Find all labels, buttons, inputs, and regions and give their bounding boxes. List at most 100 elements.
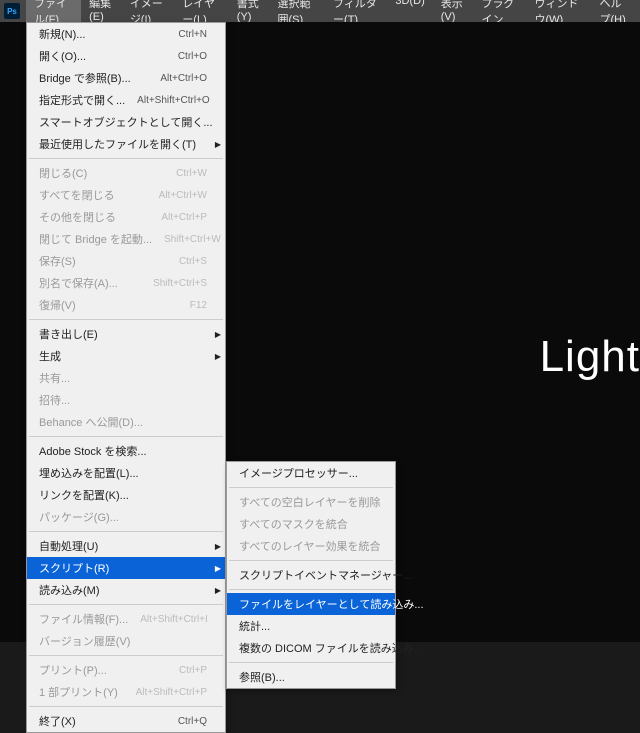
menu-entry-label: 統計... xyxy=(239,618,270,634)
menu-entry-label: 埋め込みを配置(L)... xyxy=(39,465,139,481)
menu-entry-label: 閉じる(C) xyxy=(39,165,87,181)
menu-entry-label: 自動処理(U) xyxy=(39,538,98,554)
menu-entry: 復帰(V) F12 xyxy=(27,294,225,316)
menu-shortcut: Shift+Ctrl+W xyxy=(164,234,221,245)
menu-separator xyxy=(29,655,223,656)
menu-entry-label: Adobe Stock を検索... xyxy=(39,443,147,459)
file-menu-dropdown: 新規(N)... Ctrl+N 開く(O)... Ctrl+O Bridge で参照(B… xyxy=(26,22,226,733)
menu-entry[interactable]: 終了(X) Ctrl+Q xyxy=(27,710,225,732)
menu-entry[interactable]: 埋め込みを配置(L)... xyxy=(27,462,225,484)
menu-separator xyxy=(29,319,223,320)
menu-separator xyxy=(229,560,393,561)
menu-entry-label: 開く(O)... xyxy=(39,48,86,64)
menu-separator xyxy=(29,531,223,532)
menu-entry: 1 部プリント(Y)Alt+Shift+Ctrl+P xyxy=(27,681,225,703)
menu-shortcut: Ctrl+W xyxy=(176,168,207,179)
menu-entry-label: その他を閉じる xyxy=(39,209,116,225)
menu-shortcut: Ctrl+P xyxy=(179,665,207,676)
menu-entry-label: 読み込み(M) xyxy=(39,582,100,598)
menu-entry: すべてを閉じる Alt+Ctrl+W xyxy=(27,184,225,206)
menu-shortcut: Alt+Ctrl+W xyxy=(159,190,207,201)
menu-entry-label: イメージプロセッサー... xyxy=(239,465,358,481)
menu-shortcut: Shift+Ctrl+S xyxy=(153,278,207,289)
menu-entry[interactable]: 複数の DICOM ファイルを読み込み... xyxy=(227,637,395,659)
menu-shortcut: Alt+Shift+Ctrl+I xyxy=(140,614,208,625)
menu-entry-label: スマートオブジェクトとして開く... xyxy=(39,114,213,130)
menu-entry: 招待... xyxy=(27,389,225,411)
menu-entry-label: スクリプトイベントマネージャー... xyxy=(239,567,412,583)
menu-shortcut: Ctrl+O xyxy=(178,51,207,62)
menu-entry-label: Behance へ公開(D)... xyxy=(39,414,143,430)
menu-entry-label: 終了(X) xyxy=(39,713,76,729)
menu-entry-label: バージョン履歴(V) xyxy=(39,633,130,649)
menu-entry-label: 新規(N)... xyxy=(39,26,85,42)
menu-entry[interactable]: 読み込み(M) ▶ xyxy=(27,579,225,601)
menu-entry[interactable]: 参照(B)... xyxy=(227,666,395,688)
submenu-arrow-icon: ▶ xyxy=(215,542,221,551)
menu-entry-label: すべてを閉じる xyxy=(39,187,115,203)
submenu-arrow-icon: ▶ xyxy=(215,564,221,573)
menu-entry-label: 複数の DICOM ファイルを読み込み... xyxy=(239,640,423,656)
menu-entry: その他を閉じる Alt+Ctrl+P xyxy=(27,206,225,228)
submenu-arrow-icon: ▶ xyxy=(215,140,221,149)
menu-entry: パッケージ(G)... xyxy=(27,506,225,528)
menu-entry[interactable]: スクリプト(R) ▶ xyxy=(27,557,225,579)
menu-entry-label: 1 部プリント(Y) xyxy=(39,684,118,700)
menu-separator xyxy=(229,662,393,663)
menu-entry-label: 参照(B)... xyxy=(239,669,285,685)
submenu-arrow-icon: ▶ xyxy=(215,586,221,595)
menu-entry[interactable]: 書き出し(E)▶ xyxy=(27,323,225,345)
menu-entry: Behance へ公開(D)... xyxy=(27,411,225,433)
menu-entry[interactable]: 開く(O)... Ctrl+O xyxy=(27,45,225,67)
menu-shortcut: Ctrl+N xyxy=(178,29,207,40)
menu-shortcut: Ctrl+Q xyxy=(178,716,207,727)
menu-entry[interactable]: リンクを配置(K)... xyxy=(27,484,225,506)
menu-entry-label: 招待... xyxy=(39,392,70,408)
menu-entry[interactable]: ファイルをレイヤーとして読み込み... xyxy=(227,593,395,615)
menu-entry[interactable]: スクリプトイベントマネージャー... xyxy=(227,564,395,586)
menu-entry-label: Bridge で参照(B)... xyxy=(39,70,131,86)
menu-entry[interactable]: Bridge で参照(B)... Alt+Ctrl+O xyxy=(27,67,225,89)
menu-entry: バージョン履歴(V) xyxy=(27,630,225,652)
menu-entry[interactable]: イメージプロセッサー... xyxy=(227,462,395,484)
menu-separator xyxy=(29,158,223,159)
menu-shortcut: Alt+Shift+Ctrl+O xyxy=(137,95,210,106)
menu-entry: 共有... xyxy=(27,367,225,389)
menu-entry-label: プリント(P)... xyxy=(39,662,107,678)
menu-separator xyxy=(229,487,393,488)
menu-entry[interactable]: スマートオブジェクトとして開く... xyxy=(27,111,225,133)
menu-entry: 閉じる(C) Ctrl+W xyxy=(27,162,225,184)
canvas-splash-text: Light xyxy=(540,332,640,382)
menu-separator xyxy=(229,589,393,590)
menu-entry: 保存(S) Ctrl+S xyxy=(27,250,225,272)
menu-entry-label: ファイルをレイヤーとして読み込み... xyxy=(239,596,424,612)
menu-entry-label: スクリプト(R) xyxy=(39,560,109,576)
menu-separator xyxy=(29,706,223,707)
menu-entry-label: 保存(S) xyxy=(39,253,76,269)
menu-entry[interactable]: 新規(N)... Ctrl+N xyxy=(27,23,225,45)
menu-entry[interactable]: 自動処理(U) ▶ xyxy=(27,535,225,557)
menu-entry-label: 共有... xyxy=(39,370,70,386)
menu-entry-label: パッケージ(G)... xyxy=(39,509,119,525)
menu-entry[interactable]: 最近使用したファイルを開く(T)▶ xyxy=(27,133,225,155)
menu-shortcut: Alt+Ctrl+P xyxy=(161,212,207,223)
menu-shortcut: Alt+Ctrl+O xyxy=(160,73,207,84)
menu-entry[interactable]: 統計... xyxy=(227,615,395,637)
menu-entry-label: ファイル情報(F)... xyxy=(39,611,128,627)
menu-entry-label: 書き出し(E) xyxy=(39,326,98,342)
menu-entry: ファイル情報(F)... Alt+Shift+Ctrl+I xyxy=(27,608,225,630)
menu-entry: すべての空白レイヤーを削除 xyxy=(227,491,395,513)
submenu-arrow-icon: ▶ xyxy=(215,352,221,361)
menu-shortcut: Ctrl+S xyxy=(179,256,207,267)
menu-entry-label: 復帰(V) xyxy=(39,297,76,313)
menu-entry-label: 別名で保存(A)... xyxy=(39,275,118,291)
menu-separator xyxy=(29,436,223,437)
menu-entry-label: すべてのレイヤー効果を統合 xyxy=(239,538,380,554)
menu-entry[interactable]: Adobe Stock を検索... xyxy=(27,440,225,462)
menu-entry[interactable]: 生成 ▶ xyxy=(27,345,225,367)
menu-entry-label: リンクを配置(K)... xyxy=(39,487,129,503)
menu-entry-label: 生成 xyxy=(39,348,61,364)
menu-shortcut: F12 xyxy=(190,300,207,311)
menu-entry-label: すべてのマスクを統合 xyxy=(239,516,348,532)
menu-entry[interactable]: 指定形式で開く...Alt+Shift+Ctrl+O xyxy=(27,89,225,111)
